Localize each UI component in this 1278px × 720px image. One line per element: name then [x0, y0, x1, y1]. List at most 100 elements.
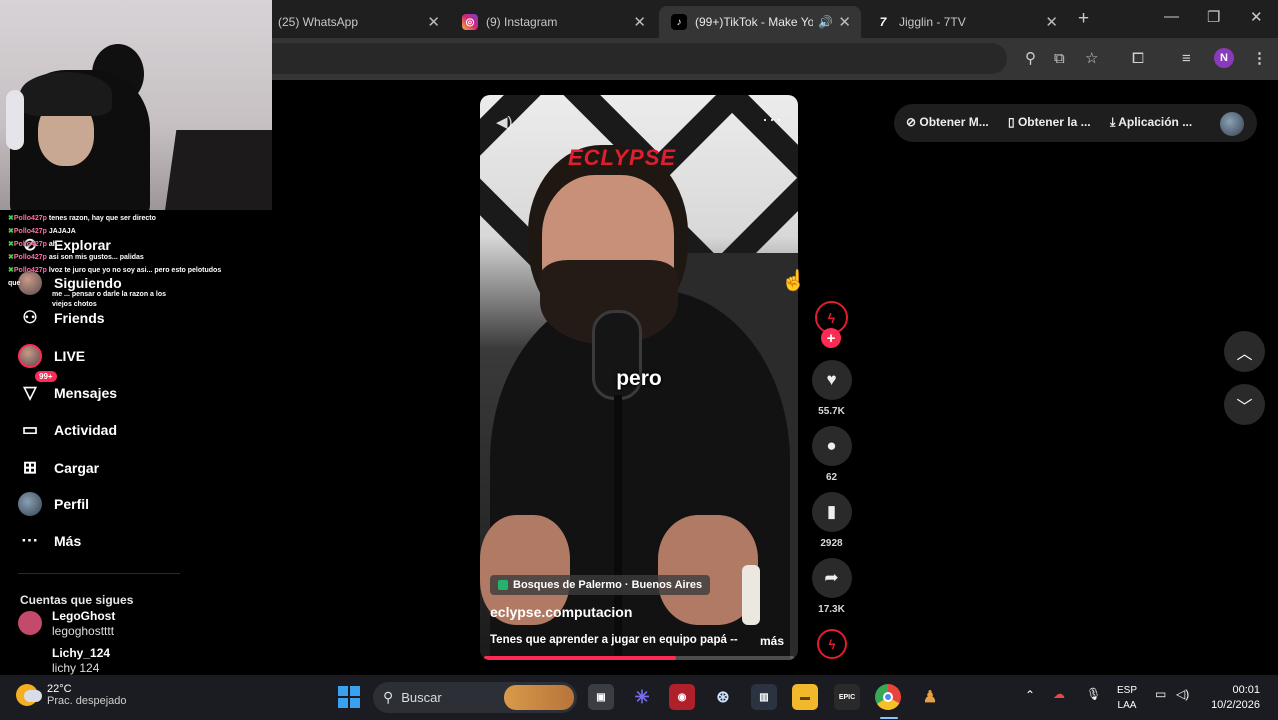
account-handle: lichy 124 [52, 661, 100, 675]
taskbar-search[interactable]: ⚲ Buscar [373, 682, 577, 713]
instagram-icon: ◎ [462, 14, 478, 30]
active-app-indicator [880, 717, 898, 719]
close-icon[interactable]: ✕ [838, 13, 851, 31]
tray-chevron-up-icon[interactable]: ⌃ [1025, 688, 1035, 702]
screen: (25) WhatsApp ✕ ◎ (9) Instagram ✕ ♪ (99+… [0, 0, 1278, 720]
comment-action[interactable]: ● 62 [811, 426, 852, 483]
mouse-cursor-icon: ☝ [781, 270, 806, 292]
account-name: LegoGhost [52, 609, 116, 623]
zoom-icon[interactable]: ⚲ [1025, 50, 1036, 68]
new-tab-plus-icon[interactable]: + [1078, 8, 1089, 30]
chat-line: ✖Pollo427p ah [8, 241, 58, 248]
video-author[interactable]: eclypse.computacion [490, 604, 632, 620]
following-accounts-title: Cuentas que sigues [20, 593, 134, 607]
chrome-icon[interactable] [875, 684, 901, 710]
sidebar-item-mensajes[interactable]: ▽ 99+ Mensajes [16, 371, 117, 407]
sidebar-item-cargar[interactable]: ⊞ Cargar [16, 454, 99, 482]
extensions-icon[interactable]: ⧠ [1132, 50, 1144, 68]
restore-icon[interactable]: ❐ [1207, 8, 1220, 26]
window-close-icon[interactable]: ✕ [1250, 8, 1263, 26]
comment-icon[interactable]: ● [811, 426, 852, 466]
download-app-button[interactable]: ⤓ Aplicación ... [1110, 115, 1192, 130]
search-highlight-image [504, 685, 574, 710]
follow-plus-icon[interactable]: + [821, 328, 841, 348]
next-video-button[interactable]: ﹀ [1224, 384, 1265, 425]
bookmark-icon[interactable]: ▮ [811, 492, 852, 532]
media-control-icon[interactable]: ≡ [1182, 50, 1191, 68]
sidebar-item-perfil[interactable]: Perfil [16, 490, 89, 518]
address-bar[interactable] [272, 43, 1007, 74]
weather-description: Prac. despejado [47, 695, 127, 707]
audio-playing-icon[interactable]: 🔊 [818, 15, 833, 29]
following-account[interactable]: LegoGhost legoghostttt [18, 609, 115, 639]
chat-line: ✖Pollo427p asi son mis gustos... palidas [8, 254, 144, 261]
windows-taskbar: 22°C Prac. despejado ⚲ Buscar ▣ ✳ ◉ ⊛ ▥ … [0, 675, 1278, 720]
headset-icon [6, 90, 24, 150]
close-icon[interactable]: ✕ [427, 13, 440, 31]
app-icon[interactable]: ▥ [751, 684, 777, 710]
like-action[interactable]: ♥ 55.7K [811, 360, 852, 417]
sidebar-item-label: Friends [54, 310, 105, 326]
close-icon[interactable]: ✕ [633, 13, 646, 31]
steam-icon[interactable]: ⊛ [710, 684, 736, 710]
app-icon[interactable]: ♟ [917, 684, 943, 710]
volume-icon[interactable]: ◀) [496, 113, 513, 131]
avatar[interactable] [1220, 112, 1244, 136]
get-coins-button[interactable]: ⊘ Obtener M... [906, 115, 989, 129]
network-icon[interactable]: ▭ [1155, 687, 1166, 701]
save-count: 2928 [820, 538, 843, 549]
upload-icon: ⊞ [22, 458, 38, 477]
like-count: 55.7K [818, 406, 845, 417]
start-button[interactable] [338, 686, 360, 708]
chat-line: viejos chotos [52, 301, 97, 308]
sidebar-item-mas[interactable]: ··· Más [16, 527, 82, 555]
share-action[interactable]: ➦ 17.3K [811, 558, 852, 615]
more-options-icon[interactable]: ··· [762, 109, 783, 130]
search-icon: ⚲ [383, 689, 394, 705]
location-tag[interactable]: Bosques de Palermo · Buenos Aires [490, 575, 711, 595]
tray-app-icon[interactable]: ☁ [1053, 687, 1065, 701]
microphone-tray-icon[interactable]: 🎙 [1086, 687, 1101, 701]
chevron-up-icon: ︿ [1236, 345, 1253, 363]
minimize-icon[interactable]: — [1164, 8, 1179, 25]
task-view-icon[interactable]: ▣ [588, 684, 614, 710]
save-action[interactable]: ▮ 2928 [811, 492, 852, 549]
live-icon [16, 342, 44, 370]
close-icon[interactable]: ✕ [1045, 13, 1058, 31]
app-icon[interactable]: ◉ [669, 684, 695, 710]
tab-whatsapp[interactable]: (25) WhatsApp ✕ [266, 6, 450, 38]
share-count: 17.3K [818, 604, 845, 615]
date: 10/2/2026 [1211, 699, 1260, 711]
following-account[interactable]: Lichy_124 lichy 124 [18, 646, 110, 676]
heart-icon[interactable]: ♥ [811, 360, 852, 400]
weather-widget[interactable]: 22°C Prac. despejado [16, 683, 127, 707]
avatar [18, 611, 42, 635]
tab-label: Jigglin - 7TV [899, 15, 966, 29]
bookmark-star-icon[interactable]: ☆ [1085, 50, 1098, 68]
share-icon[interactable]: ➦ [811, 558, 852, 598]
browser-menu-icon[interactable]: ⋮ [1252, 50, 1267, 68]
clock[interactable]: 00:01 10/2/2026 [1196, 683, 1260, 713]
get-app-button[interactable]: ▯ Obtener la ... [1008, 115, 1091, 129]
avatar [18, 648, 42, 672]
video-player[interactable]: ECLYPSE pero ◀) ··· Bosques de Palermo ·… [480, 95, 798, 660]
tab-label: (99+)TikTok - Make Your [695, 15, 813, 29]
profile-avatar-icon [16, 490, 44, 518]
epic-games-icon[interactable]: EPIC [834, 684, 860, 710]
tab-instagram[interactable]: ◎ (9) Instagram ✕ [450, 6, 656, 38]
language-indicator[interactable]: ESP LAA [1112, 683, 1142, 713]
more-icon: ··· [21, 531, 39, 550]
video-progress-bar[interactable] [484, 656, 794, 660]
install-app-icon[interactable]: ⧉ [1054, 50, 1065, 68]
volume-tray-icon[interactable]: ◁) [1176, 687, 1189, 701]
sidebar-item-actividad[interactable]: ▭ Actividad [16, 416, 117, 444]
app-icon[interactable]: ✳ [629, 684, 655, 710]
previous-video-button[interactable]: ︿ [1224, 331, 1265, 372]
tab-7tv[interactable]: 7 Jigglin - 7TV ✕ [863, 6, 1068, 38]
file-explorer-icon[interactable]: ▬ [792, 684, 818, 710]
sidebar-item-live[interactable]: LIVE [16, 342, 85, 370]
tab-tiktok[interactable]: ♪ (99+)TikTok - Make Your 🔊 ✕ [659, 6, 861, 38]
more-description-button[interactable]: más [760, 634, 784, 648]
profile-avatar[interactable]: N [1214, 48, 1234, 68]
music-disc-icon[interactable]: ϟ [817, 629, 847, 659]
